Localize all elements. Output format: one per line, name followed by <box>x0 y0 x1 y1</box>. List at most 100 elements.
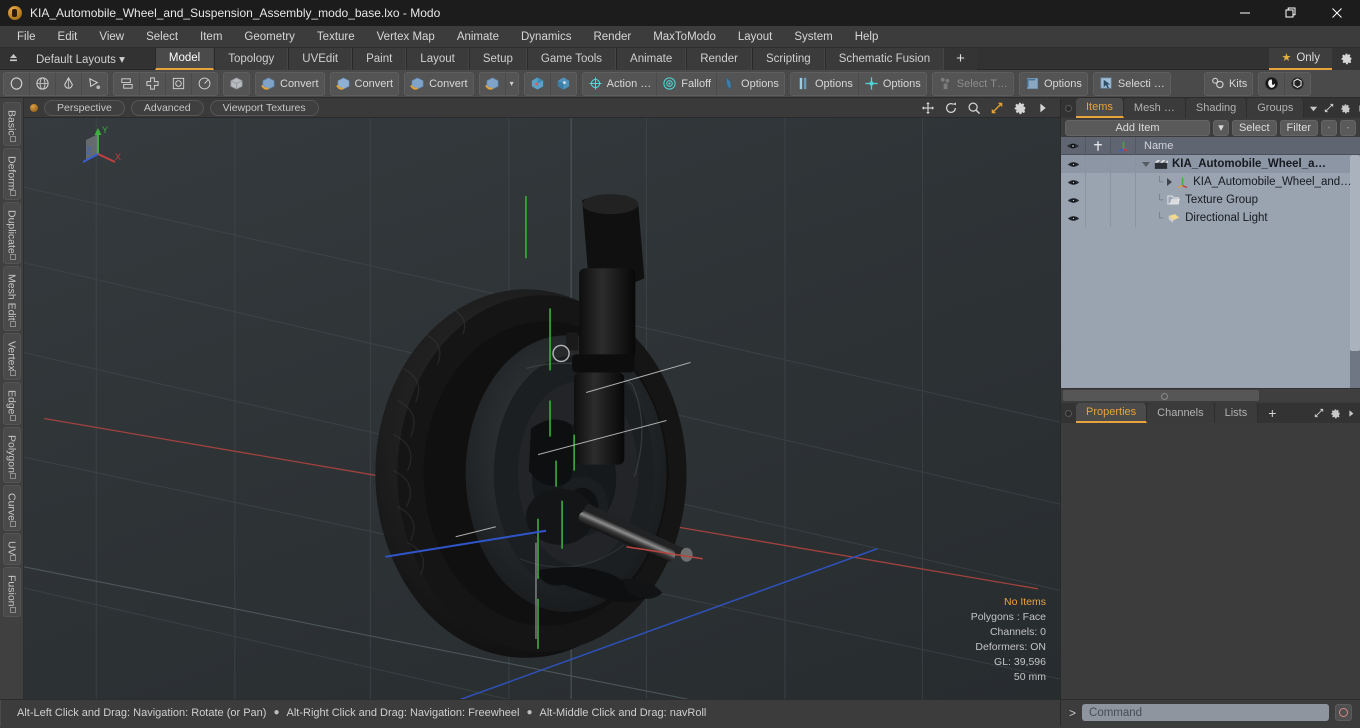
scrollbar-thumb[interactable] <box>1350 155 1360 351</box>
minimize-icon[interactable] <box>1222 0 1268 26</box>
menu-item[interactable]: Item <box>189 29 233 45</box>
sidebar-tab-curve[interactable]: Curve <box>2 484 21 531</box>
tab-scripting[interactable]: Scripting <box>751 47 825 70</box>
only-toggle-button[interactable]: ★ Only <box>1269 47 1332 70</box>
selection-set-button[interactable]: Selecti … <box>1094 73 1170 95</box>
twirl-right-icon[interactable] <box>1167 178 1173 186</box>
unreal-engine-icon[interactable] <box>1259 72 1286 95</box>
tab-schematic-fusion[interactable]: Schematic Fusion <box>824 47 945 70</box>
sphere-primitive-icon[interactable] <box>30 72 56 95</box>
panel-grip-dot[interactable] <box>1065 104 1072 112</box>
menu-texture[interactable]: Texture <box>306 29 366 45</box>
viewport-3d-canvas[interactable]: Y X Z No Items Polygons : Face Channels:… <box>24 118 1060 699</box>
gear-icon[interactable] <box>1332 47 1360 70</box>
sidebar-tab-uv[interactable]: UV <box>2 532 21 566</box>
tab-shading[interactable]: Shading <box>1185 98 1248 118</box>
convert-mesh-button-1[interactable]: Convert <box>256 73 324 95</box>
pan-icon[interactable] <box>921 101 935 115</box>
kits-button[interactable]: Kits <box>1205 73 1252 95</box>
home-layout-icon[interactable] <box>0 52 26 65</box>
viewport-view-selector[interactable]: Perspective <box>44 99 125 116</box>
layout-picker[interactable]: Default Layouts ▾ <box>26 52 135 66</box>
menu-system[interactable]: System <box>783 29 843 45</box>
row-name-cell[interactable]: └ KIA_Automobile_Wheel_and… <box>1136 176 1352 188</box>
row-name-cell[interactable]: └ Directional Light <box>1136 212 1268 224</box>
zoom-magnifier-icon[interactable] <box>967 101 981 115</box>
select-through-button[interactable]: Select T… <box>933 73 1013 95</box>
tab-lists[interactable]: Lists <box>1214 403 1259 423</box>
row-name-cell[interactable]: └ Texture Group <box>1136 194 1258 206</box>
menu-edit[interactable]: Edit <box>47 29 89 45</box>
row-axis-cell[interactable] <box>1111 173 1136 191</box>
restore-icon[interactable] <box>1268 0 1314 26</box>
row-lock-cell[interactable] <box>1086 191 1111 209</box>
tab-animate[interactable]: Animate <box>616 47 687 70</box>
teardrop-primitive-icon[interactable] <box>56 72 82 95</box>
row-visibility-icon[interactable] <box>1061 173 1086 191</box>
cross-align-icon[interactable] <box>140 72 166 95</box>
menu-geometry[interactable]: Geometry <box>233 29 306 45</box>
items-list[interactable]: KIA_Automobile_Wheel_a… └ KIA_Automobile… <box>1061 155 1360 388</box>
expand-icon[interactable] <box>1314 408 1324 418</box>
unity-engine-icon[interactable] <box>1285 73 1310 95</box>
circle-primitive-icon[interactable] <box>4 72 30 95</box>
chevron-right-icon[interactable] <box>1347 409 1355 418</box>
stack-align-icon[interactable] <box>114 72 140 95</box>
viewport-shading-selector[interactable]: Advanced <box>130 99 204 116</box>
shade-sphere-alt-icon[interactable] <box>551 73 576 95</box>
pen-primitive-icon[interactable] <box>82 73 107 95</box>
sidebar-tab-polygon[interactable]: Polygon <box>2 426 21 483</box>
sidebar-tab-mesh-edit[interactable]: Mesh Edit <box>2 265 21 331</box>
sidebar-tab-basic[interactable]: Basic <box>2 102 21 146</box>
tab-render[interactable]: Render <box>686 47 752 70</box>
viewport-textures-selector[interactable]: Viewport Textures <box>209 99 319 116</box>
chevron-right-icon[interactable] <box>1036 101 1050 115</box>
tab-topology[interactable]: Topology <box>214 47 289 70</box>
convert-mesh-button-2[interactable]: Convert <box>331 73 399 95</box>
symmetry-options-button[interactable]: Options <box>791 72 859 95</box>
row-axis-cell[interactable] <box>1111 155 1136 173</box>
items-list-vertical-scrollbar[interactable] <box>1350 155 1360 388</box>
menu-maxtomodo[interactable]: MaxToModo <box>642 29 727 45</box>
add-item-button[interactable]: Add Item <box>1065 119 1210 136</box>
command-input[interactable]: Command <box>1082 704 1329 721</box>
axis-tripod-icon[interactable] <box>1111 136 1136 155</box>
add-layout-tab-button[interactable]: + <box>944 47 977 70</box>
table-row[interactable]: └ KIA_Automobile_Wheel_and… <box>1061 173 1360 191</box>
expand-icon[interactable] <box>1324 103 1334 113</box>
menu-animate[interactable]: Animate <box>446 29 510 45</box>
tab-items[interactable]: Items <box>1076 98 1124 118</box>
menu-help[interactable]: Help <box>844 29 890 45</box>
add-item-dropdown[interactable]: ▾ <box>1212 119 1229 136</box>
tab-layout[interactable]: Layout <box>406 47 469 70</box>
row-name-cell[interactable]: KIA_Automobile_Wheel_a… <box>1136 158 1326 170</box>
table-row[interactable]: └ Texture Group <box>1061 191 1360 209</box>
table-row[interactable]: KIA_Automobile_Wheel_a… <box>1061 155 1360 173</box>
row-lock-cell[interactable] <box>1086 155 1111 173</box>
falloff-button[interactable]: Falloff <box>657 72 718 95</box>
gear-icon[interactable] <box>1340 103 1351 114</box>
menu-file[interactable]: File <box>6 29 47 45</box>
action-center-button[interactable]: Action … <box>583 72 658 95</box>
falloff-options-button[interactable]: Options <box>717 73 784 95</box>
chevron-down-icon[interactable] <box>1309 104 1318 113</box>
twirl-down-icon[interactable] <box>1142 161 1150 167</box>
tab-uvedit[interactable]: UVEdit <box>288 47 353 70</box>
radial-align-icon[interactable] <box>192 73 217 95</box>
tab-setup[interactable]: Setup <box>468 47 527 70</box>
cube-icon[interactable] <box>224 73 249 95</box>
convert-mesh-button-3[interactable]: Convert <box>405 73 473 95</box>
menu-view[interactable]: View <box>88 29 135 45</box>
menu-select[interactable]: Select <box>135 29 189 45</box>
row-lock-cell[interactable] <box>1086 209 1111 227</box>
rotate-icon[interactable] <box>944 101 958 115</box>
sidebar-tab-deform[interactable]: Deform <box>2 147 21 201</box>
tab-channels[interactable]: Channels <box>1147 403 1215 423</box>
tab-game-tools[interactable]: Game Tools <box>526 47 617 70</box>
shade-sphere-icon[interactable] <box>525 72 551 95</box>
menu-vertex-map[interactable]: Vertex Map <box>366 29 446 45</box>
table-row[interactable]: └ Directional Light <box>1061 209 1360 227</box>
center-align-icon[interactable] <box>166 72 192 95</box>
tab-model[interactable]: Model <box>154 47 215 70</box>
chevron-down-icon[interactable]: ▾ <box>506 79 518 88</box>
